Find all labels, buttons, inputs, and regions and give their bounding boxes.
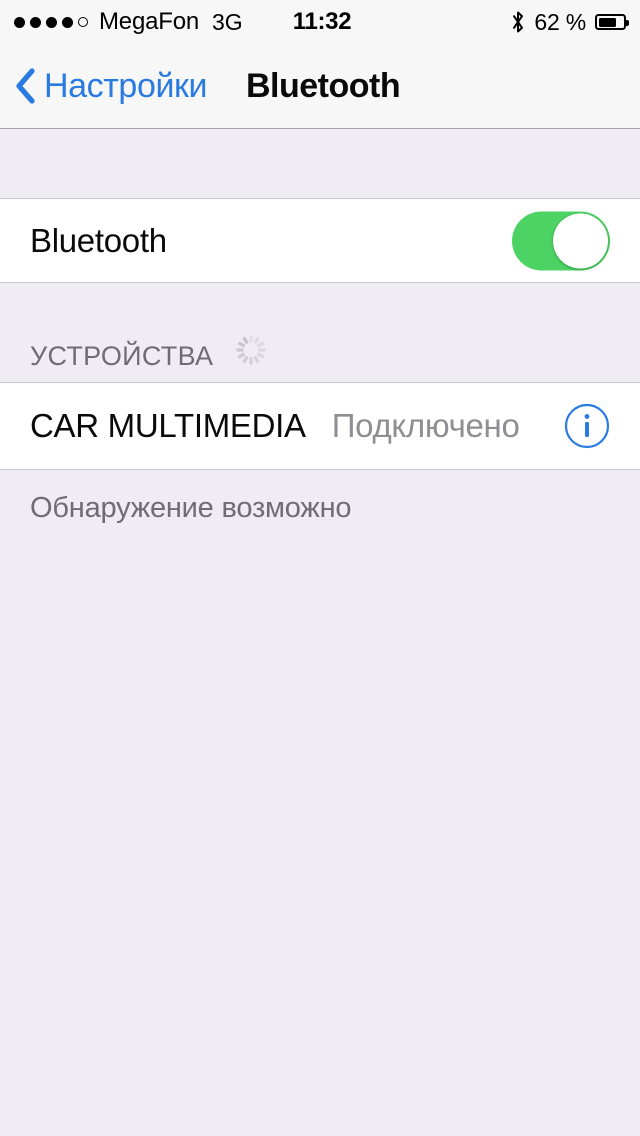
back-button[interactable]: Настройки [14, 44, 208, 128]
devices-section-header: УСТРОЙСТВА [0, 283, 640, 382]
info-circle-icon[interactable] [564, 403, 610, 449]
battery-icon [595, 14, 629, 30]
bluetooth-row-label: Bluetooth [30, 221, 167, 259]
discoverable-note: Обнаружение возможно [30, 492, 352, 524]
content-top-spacer [0, 129, 640, 198]
battery-fill-level [598, 17, 616, 27]
status-bar: MegaFon 3G 11:32 62 % [0, 0, 640, 44]
bluetooth-toggle-row[interactable]: Bluetooth [0, 198, 640, 283]
navigation-bar: Настройки Bluetooth [0, 44, 640, 129]
page-title: Bluetooth [246, 66, 401, 105]
devices-header-label: УСТРОЙСТВА [30, 341, 214, 371]
chevron-left-icon [14, 68, 36, 104]
bluetooth-toggle-switch[interactable] [512, 211, 610, 270]
toggle-knob [553, 213, 608, 268]
bluetooth-icon [511, 11, 525, 33]
activity-indicator-icon [233, 332, 269, 368]
device-status: Подключено [331, 407, 520, 444]
status-bar-right: 62 % [511, 0, 629, 44]
settings-content: Bluetooth УСТРОЙСТВА CAR MULTIMEDIA Подк… [0, 129, 640, 1136]
device-row[interactable]: CAR MULTIMEDIA Подключено [0, 382, 640, 470]
device-name: CAR MULTIMEDIA [30, 407, 306, 444]
battery-percent-label: 62 % [534, 8, 586, 35]
back-button-label: Настройки [44, 67, 208, 105]
